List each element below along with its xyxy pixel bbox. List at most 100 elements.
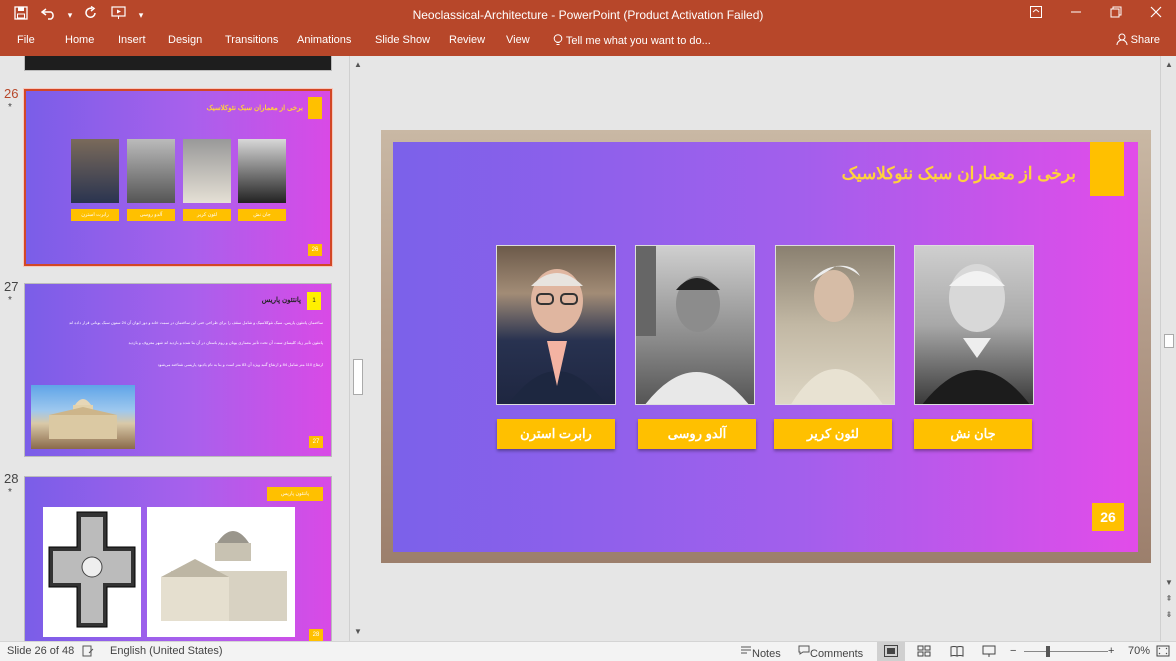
- slide-counter: Slide 26 of 48: [7, 645, 75, 657]
- save-icon[interactable]: [10, 4, 32, 26]
- customize-qat-icon[interactable]: ▾: [136, 4, 146, 26]
- zoom-level[interactable]: 70%: [1128, 645, 1150, 657]
- notes-icon: [741, 646, 751, 654]
- ribbon-tabs: File Home Insert Design Transitions Anim…: [0, 30, 1176, 56]
- thumbnail-page-number: 27: [309, 436, 323, 448]
- dropdown-icon[interactable]: ▾: [66, 4, 74, 26]
- redo-icon[interactable]: [80, 4, 102, 26]
- thumbnail-scrollbar[interactable]: ▲ ▼: [349, 56, 365, 641]
- thumbnail-number: 26: [4, 86, 19, 101]
- tell-me-text: Tell me what you want to do...: [565, 35, 711, 47]
- architect-name-box[interactable]: لئون کریر: [774, 419, 892, 449]
- title-accent-bar: [1090, 142, 1124, 196]
- thumbnail-page-number: 28: [309, 629, 323, 641]
- scrollbar-thumb[interactable]: [1164, 334, 1174, 348]
- tab-design[interactable]: Design: [168, 34, 202, 46]
- portrait-image: [238, 139, 286, 203]
- scroll-down-icon[interactable]: ▼: [350, 625, 366, 639]
- slide-page-number: 26: [1092, 503, 1124, 531]
- thumbnail-page-number: 26: [308, 244, 322, 256]
- close-icon[interactable]: [1136, 0, 1176, 28]
- zoom-slider-handle[interactable]: [1046, 646, 1050, 657]
- tab-review[interactable]: Review: [449, 34, 485, 46]
- animation-star: *: [8, 102, 12, 113]
- thumbnail-slide-25-edge[interactable]: [24, 56, 332, 71]
- slide-content: برخی از معماران سبک نئوکلاسیک رابرت استر…: [393, 142, 1138, 552]
- portrait-image[interactable]: [914, 245, 1034, 405]
- minimize-icon[interactable]: [1056, 0, 1096, 28]
- tab-view[interactable]: View: [506, 34, 530, 46]
- share-button[interactable]: Share: [1116, 33, 1160, 46]
- slideshow-view-button[interactable]: [982, 645, 996, 660]
- normal-view-button[interactable]: [877, 642, 905, 661]
- reading-view-icon: [950, 646, 964, 657]
- thumbnail-text-line: پانتئون تأثیر زیاد کلیسای‌ سنت آن تحت تأ…: [128, 340, 323, 345]
- window-controls: [1016, 0, 1176, 28]
- tab-slide-show[interactable]: Slide Show: [375, 34, 430, 46]
- editor-scrollbar[interactable]: ▲ ▼ ⇞ ⇟: [1160, 56, 1176, 641]
- zoom-out-icon[interactable]: −: [1010, 645, 1016, 657]
- ribbon-display-icon[interactable]: [1016, 0, 1056, 28]
- quick-access-toolbar: ▾ ▾: [10, 4, 146, 26]
- portrait-image[interactable]: [775, 245, 895, 405]
- architect-name-box[interactable]: آلدو روسی: [638, 419, 756, 449]
- animation-star: *: [8, 295, 12, 306]
- thumbnail-slide-28[interactable]: پانتئون پاریس 28: [24, 476, 332, 641]
- portrait-image: [71, 139, 119, 203]
- tab-insert[interactable]: Insert: [118, 34, 146, 46]
- language-indicator[interactable]: English (United States): [110, 645, 223, 657]
- name-box: آلدو روسی: [127, 209, 175, 221]
- zoom-in-icon[interactable]: +: [1108, 645, 1114, 657]
- portrait-image[interactable]: [496, 245, 616, 405]
- thumbnail-title: پانتئون پاریس: [267, 487, 323, 501]
- share-label: Share: [1130, 34, 1160, 46]
- restore-icon[interactable]: [1096, 0, 1136, 28]
- name-box: لئون کریر: [183, 209, 231, 221]
- portrait-image[interactable]: [635, 245, 755, 405]
- spellcheck-icon[interactable]: [82, 645, 94, 660]
- pantheon-photo: [31, 385, 135, 449]
- name-box: رابرت استرن: [71, 209, 119, 221]
- slide-sorter-view-button[interactable]: [917, 645, 931, 660]
- person-icon: [1116, 33, 1128, 46]
- thumbnail-slide-27[interactable]: 1 پانتئون پاریس ساختمان پانتئون پاریس، س…: [24, 283, 332, 457]
- thumbnail-slide-26[interactable]: برخی از معماران سبک نئوکلاسیک رابرت استر…: [23, 88, 333, 267]
- scroll-up-icon[interactable]: ▲: [1161, 58, 1176, 72]
- current-slide[interactable]: برخی از معماران سبک نئوکلاسیک رابرت استر…: [381, 130, 1151, 563]
- present-icon[interactable]: [108, 4, 130, 26]
- thumbnail-title: برخی از معماران سبک نئوکلاسیک: [206, 105, 303, 112]
- portrait-image: [127, 139, 175, 203]
- zoom-slider-track[interactable]: [1024, 651, 1108, 652]
- tell-me-search[interactable]: Tell me what you want to do...: [553, 34, 711, 47]
- title-accent: [308, 97, 322, 119]
- fit-to-window-icon[interactable]: [1156, 645, 1170, 660]
- status-bar: Slide 26 of 48 English (United States) N…: [0, 641, 1176, 661]
- reading-view-button[interactable]: [950, 645, 964, 660]
- comments-button[interactable]: Comments: [798, 645, 863, 660]
- document-title: Neoclassical-Architecture - PowerPoint (…: [412, 8, 764, 22]
- floor-plan-image: [43, 507, 141, 637]
- thumbnail-number: 27: [4, 279, 19, 294]
- notes-button[interactable]: Notes: [740, 645, 781, 660]
- tab-animations[interactable]: Animations: [297, 34, 351, 46]
- architect-name-box[interactable]: جان نش: [914, 419, 1032, 449]
- normal-view-icon: [884, 645, 898, 657]
- tab-home[interactable]: Home: [65, 34, 94, 46]
- undo-icon[interactable]: [38, 4, 60, 26]
- thumbnail-text-line: ساختمان پانتئون پاریس، سبک نئوکلاسیک و ش…: [68, 320, 323, 325]
- tab-transitions[interactable]: Transitions: [225, 34, 278, 46]
- previous-slide-icon[interactable]: ⇞: [1161, 592, 1176, 606]
- lightbulb-icon: [553, 34, 563, 45]
- title-bar: ▾ ▾ Neoclassical-Architecture - PowerPoi…: [0, 0, 1176, 30]
- comment-icon: [798, 645, 810, 655]
- architect-name-box[interactable]: رابرت استرن: [497, 419, 615, 449]
- slide-title[interactable]: برخی از معماران سبک نئوکلاسیک: [842, 164, 1076, 184]
- slide-thumbnail-pane: 26 * برخی از معماران سبک نئوکلاسیک رابرت…: [0, 56, 348, 641]
- thumbnail-title: پانتئون پاریس: [261, 297, 301, 304]
- scrollbar-thumb[interactable]: [353, 359, 363, 395]
- next-slide-icon[interactable]: ⇟: [1161, 608, 1176, 622]
- tab-file[interactable]: File: [17, 34, 35, 46]
- scroll-down-icon[interactable]: ▼: [1161, 576, 1176, 590]
- portrait-image: [183, 139, 231, 203]
- scroll-up-icon[interactable]: ▲: [350, 58, 366, 72]
